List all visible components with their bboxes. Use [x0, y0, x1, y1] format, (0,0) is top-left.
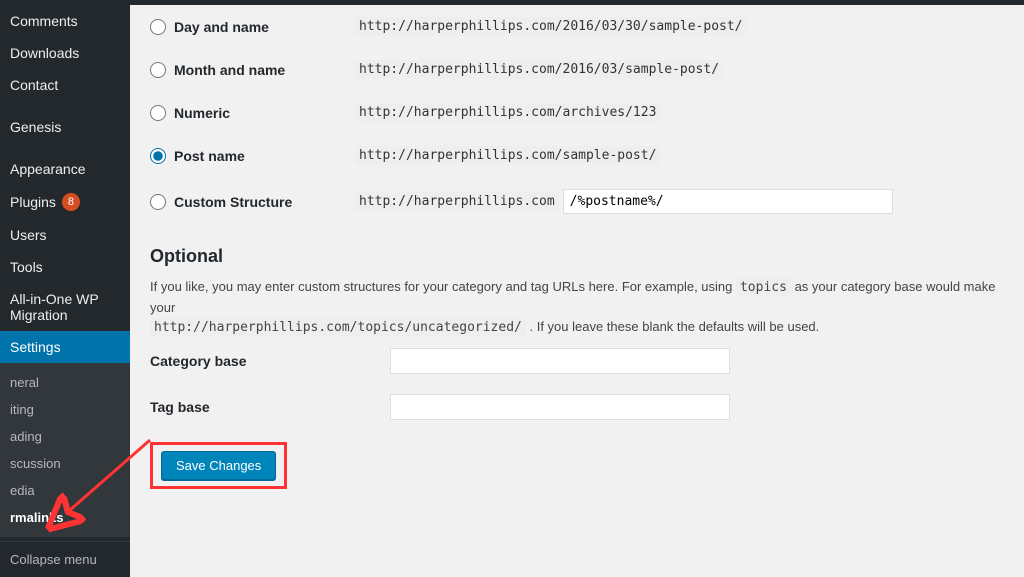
admin-sidebar: Comments Downloads Contact Genesis Appea… — [0, 5, 130, 577]
sidebar-item-label: Plugins — [10, 194, 56, 210]
optional-heading: Optional — [150, 246, 1004, 267]
tag-base-input[interactable] — [390, 394, 730, 420]
save-highlight-box: Save Changes — [150, 442, 287, 489]
url-post-name: http://harperphillips.com/sample-post/ — [355, 146, 660, 165]
sidebar-item-appearance[interactable]: Appearance — [0, 153, 130, 185]
submenu-reading[interactable]: ading — [0, 423, 130, 450]
category-base-label: Category base — [150, 353, 390, 369]
collapse-menu[interactable]: Collapse menu — [0, 541, 130, 577]
permalink-option-month-name: Month and name http://harperphillips.com… — [150, 48, 1004, 91]
permalink-option-post-name: Post name http://harperphillips.com/samp… — [150, 134, 1004, 177]
tag-base-label: Tag base — [150, 399, 390, 415]
radio-post-name[interactable] — [150, 148, 166, 164]
label-month-name[interactable]: Month and name — [174, 62, 285, 78]
submenu-permalinks[interactable]: rmalinks — [0, 504, 130, 531]
submenu-writing[interactable]: iting — [0, 396, 130, 423]
optional-code-topics: topics — [736, 278, 791, 297]
optional-description: If you like, you may enter custom struct… — [150, 277, 1004, 338]
optional-code-url: http://harperphillips.com/topics/uncateg… — [150, 318, 526, 337]
submenu-general[interactable]: neral — [0, 369, 130, 396]
permalink-option-custom: Custom Structure http://harperphillips.c… — [150, 177, 1004, 226]
sidebar-item-users[interactable]: Users — [0, 219, 130, 251]
submenu-media[interactable]: edia — [0, 477, 130, 504]
radio-month-name[interactable] — [150, 62, 166, 78]
tag-base-row: Tag base — [150, 384, 1004, 430]
submenu-discussion[interactable]: scussion — [0, 450, 130, 477]
permalink-option-numeric: Numeric http://harperphillips.com/archiv… — [150, 91, 1004, 134]
settings-content: Day and name http://harperphillips.com/2… — [130, 5, 1024, 577]
custom-structure-input[interactable] — [563, 189, 893, 214]
radio-day-name[interactable] — [150, 19, 166, 35]
sidebar-item-genesis[interactable]: Genesis — [0, 111, 130, 143]
sidebar-item-migration[interactable]: All-in-One WP Migration — [0, 283, 130, 331]
label-custom[interactable]: Custom Structure — [174, 194, 292, 210]
category-base-input[interactable] — [390, 348, 730, 374]
url-numeric: http://harperphillips.com/archives/123 — [355, 103, 660, 122]
sidebar-item-downloads[interactable]: Downloads — [0, 37, 130, 69]
url-custom-prefix: http://harperphillips.com — [355, 192, 559, 211]
url-month-name: http://harperphillips.com/2016/03/sample… — [355, 60, 723, 79]
plugins-update-badge: 8 — [62, 193, 80, 211]
sidebar-item-comments[interactable]: Comments — [0, 5, 130, 37]
optional-text-3: . If you leave these blank the defaults … — [529, 319, 819, 334]
sidebar-item-plugins[interactable]: Plugins 8 — [0, 185, 130, 219]
sidebar-item-contact[interactable]: Contact — [0, 69, 130, 101]
label-numeric[interactable]: Numeric — [174, 105, 230, 121]
url-day-name: http://harperphillips.com/2016/03/30/sam… — [355, 17, 747, 36]
settings-submenu: neral iting ading scussion edia rmalinks — [0, 363, 130, 537]
optional-text-1: If you like, you may enter custom struct… — [150, 279, 736, 294]
sidebar-item-tools[interactable]: Tools — [0, 251, 130, 283]
sidebar-item-settings[interactable]: Settings — [0, 331, 130, 363]
save-button[interactable]: Save Changes — [161, 451, 276, 480]
category-base-row: Category base — [150, 338, 1004, 384]
radio-numeric[interactable] — [150, 105, 166, 121]
label-day-name[interactable]: Day and name — [174, 19, 269, 35]
radio-custom[interactable] — [150, 194, 166, 210]
permalink-option-day-name: Day and name http://harperphillips.com/2… — [150, 5, 1004, 48]
label-post-name[interactable]: Post name — [174, 148, 245, 164]
